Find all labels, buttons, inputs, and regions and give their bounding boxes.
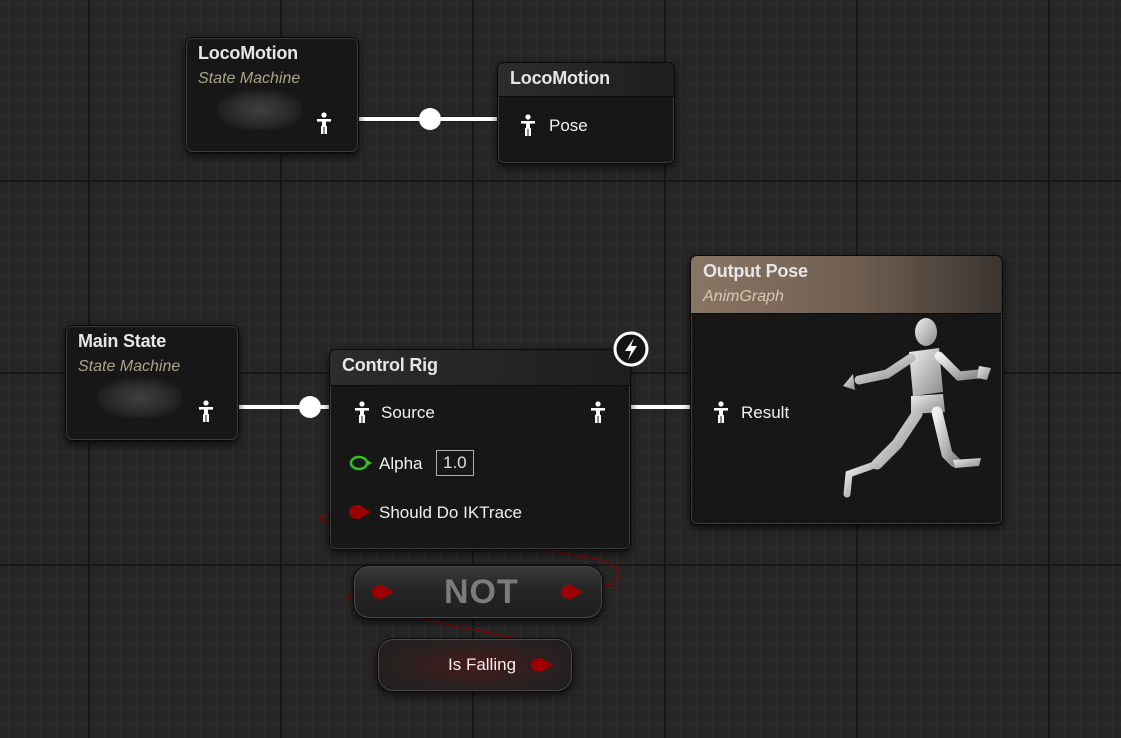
not-node[interactable]: NOT xyxy=(353,565,603,619)
node-title: Main State xyxy=(78,331,167,351)
is-falling-node[interactable]: Is Falling xyxy=(377,638,573,692)
bool-output-pin-icon[interactable] xyxy=(561,585,583,599)
node-subtitle: State Machine xyxy=(198,70,301,87)
pose-pin-icon[interactable] xyxy=(713,401,729,423)
wire-knot xyxy=(299,396,321,418)
is-falling-label: Is Falling xyxy=(448,655,517,674)
locomotion-pose-node[interactable]: LocoMotion Pose xyxy=(497,62,675,164)
node-subtitle: AnimGraph xyxy=(703,288,784,305)
source-pin-label: Source xyxy=(381,403,435,422)
pose-pin-icon[interactable] xyxy=(354,401,370,423)
node-subtitle: State Machine xyxy=(78,358,181,375)
bool-input-pin-icon[interactable] xyxy=(372,585,394,599)
pose-pin-label: Pose xyxy=(549,116,588,135)
preview-blur xyxy=(218,90,302,130)
not-label: NOT xyxy=(444,573,519,611)
wire-knot xyxy=(419,108,441,130)
lightning-icon xyxy=(613,331,649,367)
alpha-value-input[interactable]: 1.0 xyxy=(436,450,474,476)
node-title: LocoMotion xyxy=(198,43,298,63)
node-title: Control Rig xyxy=(342,355,438,375)
output-pose-node[interactable]: Output Pose AnimGraph Result xyxy=(690,255,1003,525)
bool-pin-icon[interactable] xyxy=(349,505,371,519)
pose-pin-icon[interactable] xyxy=(316,112,332,134)
main-state-machine-node[interactable]: Main State State Machine xyxy=(65,325,239,441)
float-pin-icon[interactable] xyxy=(349,455,373,471)
result-pin-label: Result xyxy=(741,403,790,422)
bool-output-pin-icon[interactable] xyxy=(531,658,553,672)
alpha-pin-label: Alpha xyxy=(379,454,423,473)
pose-pin-icon[interactable] xyxy=(198,400,214,422)
locomotion-state-machine-node[interactable]: LocoMotion State Machine xyxy=(185,37,359,153)
preview-blur xyxy=(98,378,182,418)
pose-output-pin-icon[interactable] xyxy=(590,401,606,423)
control-rig-node[interactable]: Control Rig Source Alpha 1.0 Should Do I… xyxy=(329,349,631,550)
ik-trace-pin-label: Should Do IKTrace xyxy=(379,503,522,522)
node-title: LocoMotion xyxy=(510,68,610,88)
node-title: Output Pose xyxy=(703,261,808,281)
mannequin-preview-icon xyxy=(843,318,991,498)
pose-pin-icon[interactable] xyxy=(520,114,536,136)
